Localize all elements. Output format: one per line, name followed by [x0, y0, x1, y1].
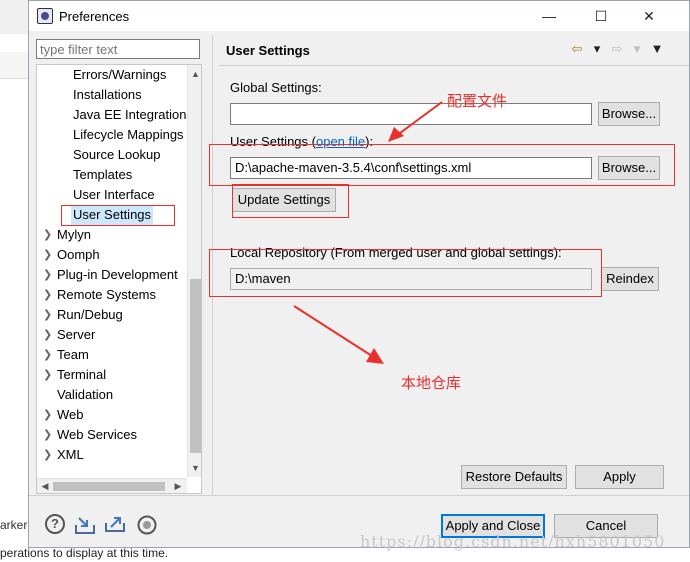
tree-item-plugin-development[interactable]: ❯ Plug-in Development — [43, 265, 178, 285]
oomph-record-icon[interactable] — [136, 515, 158, 535]
tree-item-server[interactable]: ❯ Server — [43, 325, 96, 345]
tree-item-terminal[interactable]: ❯ Terminal — [43, 365, 107, 385]
annotation-box-local-repo — [209, 249, 602, 297]
forward-dropdown-icon[interactable]: ▾ — [627, 41, 647, 57]
reindex-button[interactable]: Reindex — [601, 267, 659, 291]
tree-label: Terminal — [57, 367, 107, 382]
tree-item-templates[interactable]: Templates — [73, 165, 132, 185]
page-separator — [219, 65, 689, 66]
scroll-down-icon[interactable]: ▼ — [188, 461, 201, 475]
title-bar: Preferences — ☐ ✕ — [29, 1, 689, 31]
preference-tree: Errors/Warnings Installations Java EE In… — [36, 64, 202, 494]
expand-arrow-icon[interactable]: ❯ — [43, 325, 52, 345]
annotation-note-config: 配置文件 — [447, 92, 508, 110]
expand-arrow-icon[interactable]: ❯ — [43, 365, 52, 385]
export-icon[interactable] — [104, 513, 126, 533]
expand-arrow-icon[interactable]: ❯ — [43, 245, 52, 265]
tree-label: Team — [57, 347, 89, 362]
back-dropdown-icon[interactable]: ▾ — [587, 41, 607, 57]
expand-arrow-icon[interactable]: ❯ — [43, 285, 52, 305]
tree-item-installations[interactable]: Installations — [73, 85, 142, 105]
annotation-box-user-settings — [61, 205, 175, 226]
apply-button[interactable]: Apply — [575, 465, 664, 489]
browse-global-button[interactable]: Browse... — [598, 102, 660, 126]
workbench-toolbar-strip — [0, 52, 28, 79]
tree-label: Mylyn — [57, 227, 91, 242]
footer-separator — [29, 495, 689, 496]
tree-horizontal-scrollbar[interactable]: ◀ ▶ — [37, 478, 187, 493]
scroll-thumb[interactable] — [190, 279, 201, 453]
tree-vertical-scrollbar[interactable]: ▲ ▼ — [187, 65, 201, 477]
page-navigation: ⇦ ▾ ⇨ ▾ ▼ — [567, 41, 667, 57]
markers-status-fragment: perations to display at this time. — [0, 546, 169, 560]
tree-label: Remote Systems — [57, 287, 156, 302]
markers-tab-fragment[interactable]: arker — [0, 518, 27, 532]
annotation-arrow-local-repo — [293, 305, 384, 364]
scroll-up-icon[interactable]: ▲ — [188, 67, 201, 81]
help-icon[interactable]: ? — [45, 514, 65, 534]
tree-label: Oomph — [57, 247, 100, 262]
scroll-thumb[interactable] — [53, 482, 165, 491]
global-settings-label: Global Settings: — [230, 80, 322, 95]
expand-arrow-icon[interactable]: ❯ — [43, 445, 52, 465]
watermark: https://blog.csdn.net/hxh5801050 — [360, 532, 666, 551]
tree-item-run-debug[interactable]: ❯ Run/Debug — [43, 305, 123, 325]
expand-arrow-icon[interactable]: ❯ — [43, 345, 52, 365]
expand-arrow-icon[interactable]: ❯ — [43, 225, 52, 245]
tree-item-web[interactable]: ❯ Web — [43, 405, 84, 425]
import-icon[interactable] — [74, 515, 96, 535]
tree-item-web-services[interactable]: ❯ Web Services — [43, 425, 137, 445]
close-button[interactable]: ✕ — [634, 5, 664, 27]
tree-item-java-ee-integration[interactable]: Java EE Integration — [73, 105, 186, 125]
tree-label: Web — [57, 407, 84, 422]
tree-item-validation[interactable]: Validation — [57, 385, 113, 405]
tree-item-user-interface[interactable]: User Interface — [73, 185, 155, 205]
expand-arrow-icon[interactable]: ❯ — [43, 265, 52, 285]
dialog-title: Preferences — [59, 9, 130, 24]
tree-item-mylyn[interactable]: ❯ Mylyn — [43, 225, 91, 245]
view-menu-icon[interactable]: ▼ — [647, 41, 667, 56]
tree-label: XML — [57, 447, 84, 462]
tree-item-oomph[interactable]: ❯ Oomph — [43, 245, 100, 265]
tree-label: Web Services — [57, 427, 137, 442]
annotation-note-local-repo: 本地仓库 — [401, 374, 462, 392]
expand-arrow-icon[interactable]: ❯ — [43, 305, 52, 325]
filter-input[interactable] — [36, 39, 200, 59]
eclipse-app-icon — [37, 8, 53, 24]
tree-item-team[interactable]: ❯ Team — [43, 345, 89, 365]
tree-item-xml[interactable]: ❯ XML — [43, 445, 84, 465]
scroll-left-icon[interactable]: ◀ — [38, 479, 52, 493]
page-title: User Settings — [226, 43, 310, 58]
tree-item-lifecycle-mappings[interactable]: Lifecycle Mappings — [73, 125, 184, 145]
tree-item-source-lookup[interactable]: Source Lookup — [73, 145, 160, 165]
expand-arrow-icon[interactable]: ❯ — [43, 405, 52, 425]
minimize-button[interactable]: — — [534, 5, 564, 27]
restore-defaults-button[interactable]: Restore Defaults — [461, 465, 567, 489]
forward-arrow-icon[interactable]: ⇨ — [607, 41, 627, 57]
annotation-box-update-button — [232, 184, 349, 218]
scroll-right-icon[interactable]: ▶ — [171, 479, 185, 493]
back-arrow-icon[interactable]: ⇦ — [567, 41, 587, 57]
maximize-button[interactable]: ☐ — [586, 5, 616, 27]
tree-item-remote-systems[interactable]: ❯ Remote Systems — [43, 285, 156, 305]
workbench-left-area — [0, 34, 29, 504]
tree-label: Server — [57, 327, 96, 342]
tree-label: Run/Debug — [57, 307, 123, 322]
annotation-box-user-settings-path — [209, 144, 675, 186]
tree-label: Plug-in Development — [57, 267, 178, 282]
tree-item-errors-warnings[interactable]: Errors/Warnings — [73, 65, 166, 85]
expand-arrow-icon[interactable]: ❯ — [43, 425, 52, 445]
